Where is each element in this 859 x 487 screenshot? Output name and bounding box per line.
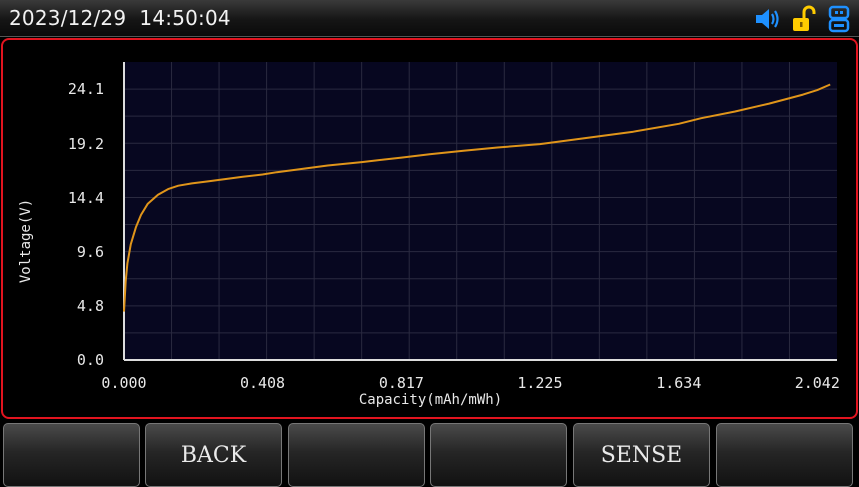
softkey-4[interactable] — [430, 423, 567, 487]
x-tick-label: 0.817 — [379, 374, 424, 392]
sense-button[interactable]: SENSE — [573, 423, 710, 487]
softkey-1[interactable] — [3, 423, 140, 487]
softkey-bar: BACK SENSE — [0, 420, 859, 487]
x-axis-label: Capacity(mAh/mWh) — [359, 392, 502, 408]
chart-panel: 0.0 4.8 9.6 14.4 19.2 24.1 0.000 0.408 0.817 1.22… — [1, 38, 858, 419]
x-tick-label: 1.634 — [656, 374, 701, 392]
back-button[interactable]: BACK — [145, 423, 282, 487]
x-tick-label: 2.042 — [795, 374, 840, 392]
x-tick-label: 1.225 — [517, 374, 562, 392]
plot-area — [124, 62, 837, 360]
x-tick-label: 0.408 — [240, 374, 285, 392]
status-bar: 2023/12/29 14:50:04 — [0, 0, 859, 37]
y-tick-label: 9.6 — [77, 243, 104, 261]
usb-device-icon[interactable] — [827, 5, 851, 33]
y-tick-label: 4.8 — [77, 297, 104, 315]
voltage-capacity-chart: 0.0 4.8 9.6 14.4 19.2 24.1 0.000 0.408 0.817 1.22… — [18, 62, 840, 408]
status-icons — [753, 5, 851, 33]
y-tick-label: 14.4 — [68, 189, 104, 207]
date-text: 2023/12/29 — [9, 6, 127, 30]
y-tick-label: 0.0 — [77, 351, 104, 369]
speaker-icon[interactable] — [753, 6, 781, 32]
x-tick-label: 0.000 — [101, 374, 146, 392]
y-tick-label: 19.2 — [68, 135, 104, 153]
y-tick-label: 24.1 — [68, 80, 104, 98]
datetime-display: 2023/12/29 14:50:04 — [9, 6, 231, 30]
y-axis-label: Voltage(V) — [18, 199, 34, 283]
softkey-6[interactable] — [716, 423, 853, 487]
time-text: 14:50:04 — [139, 6, 231, 30]
softkey-3[interactable] — [288, 423, 425, 487]
unlocked-padlock-icon[interactable] — [791, 5, 817, 33]
